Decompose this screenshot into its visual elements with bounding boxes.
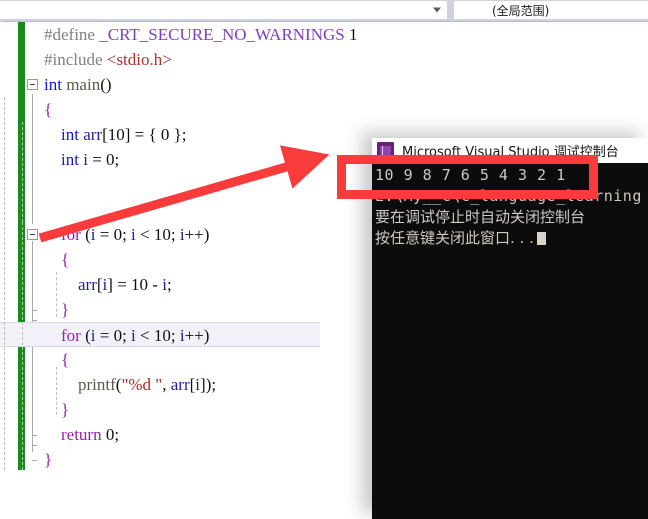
indent-guide	[22, 122, 24, 222]
debug-console-window[interactable]: Microsoft Visual Studio 调试控制台 10 9 8 7 6…	[372, 138, 648, 519]
code-token: arr	[83, 125, 103, 144]
code-token: ++)	[184, 225, 210, 244]
code-token: arr	[78, 275, 97, 294]
outline-connector-foot	[32, 435, 37, 436]
code-token: ] = 10 -	[107, 275, 163, 294]
code-token: main	[66, 75, 101, 94]
code-token: = 0;	[95, 225, 132, 244]
code-token: ,	[162, 375, 171, 394]
indent-guide	[22, 222, 24, 470]
code-token: {	[44, 100, 53, 119]
code-token: < 10;	[135, 326, 180, 345]
outline-connector-foot	[32, 320, 37, 321]
visual-studio-icon	[377, 142, 394, 159]
code-line[interactable]: #define _CRT_SECURE_NO_WARNINGS 1	[44, 22, 644, 47]
indent-guide	[56, 367, 58, 415]
code-token: = 0;	[87, 150, 120, 169]
console-line: 要在调试停止时自动关闭控制台	[375, 208, 586, 226]
code-token: 1	[344, 25, 358, 44]
global-scope-combo[interactable]: (全局范围)	[454, 1, 648, 19]
code-token: 0;	[101, 425, 120, 444]
console-output: 10 9 8 7 6 5 4 3 2 1 E:\My__C\c_language_…	[372, 163, 648, 519]
code-token: int	[44, 75, 62, 94]
console-titlebar[interactable]: Microsoft Visual Studio 调试控制台	[372, 138, 648, 163]
code-token: (	[80, 326, 91, 345]
outlining-gutter[interactable]	[26, 22, 42, 519]
collapse-minus-icon[interactable]	[27, 229, 38, 240]
code-token: }	[44, 450, 53, 469]
code-token: (	[80, 225, 91, 244]
code-token: "%d "	[121, 375, 163, 394]
code-token: ]);	[200, 375, 217, 394]
console-line: 按任意键关闭此窗口. . .	[375, 228, 648, 249]
code-token: printf	[78, 375, 116, 394]
code-token: int	[61, 150, 79, 169]
code-token: = 0;	[95, 326, 132, 345]
console-title: Microsoft Visual Studio 调试控制台	[402, 145, 619, 160]
code-token: #include	[44, 50, 107, 69]
outline-connector	[32, 94, 33, 224]
outline-connector	[32, 241, 33, 327]
console-cursor	[536, 232, 546, 245]
code-token: ()	[100, 75, 112, 94]
code-token: #define	[44, 25, 100, 44]
global-scope-combo-value: (全局范围)	[492, 3, 550, 18]
outline-connector-foot	[32, 310, 37, 311]
code-token: for	[61, 225, 81, 244]
code-token: }	[61, 300, 70, 319]
code-token: {	[61, 250, 70, 269]
code-token: ;	[166, 275, 172, 294]
code-token: < 10;	[135, 225, 180, 244]
chevron-down-icon[interactable]	[433, 7, 441, 13]
console-line: 10 9 8 7 6 5 4 3 2 1	[375, 166, 566, 184]
ide-toolbar: (全局范围)	[0, 0, 648, 22]
code-line[interactable]: int main()	[44, 72, 644, 97]
code-token: arr	[170, 375, 190, 394]
code-token: [10] = { 0 };	[102, 125, 187, 144]
outline-connector-foot	[32, 445, 37, 446]
console-line: E:\My__C\c_language_learning	[375, 187, 642, 205]
code-line[interactable]: #include <stdio.h>	[44, 47, 644, 72]
code-token: _CRT_SECURE_NO_WARNINGS	[99, 25, 345, 44]
code-line[interactable]: for (i = 0; i < 10; i++)	[0, 322, 320, 347]
code-token: for	[61, 326, 81, 345]
indent-guide	[56, 272, 58, 317]
code-token: int	[61, 125, 79, 144]
outline-connector-foot	[32, 460, 37, 461]
code-token: <stdio.h>	[106, 50, 172, 69]
code-token: ++)	[184, 326, 210, 345]
code-token: }	[61, 400, 70, 419]
member-scope-combo[interactable]	[0, 1, 447, 19]
code-line[interactable]: {	[44, 97, 644, 122]
collapse-minus-icon[interactable]	[27, 79, 38, 90]
code-token: {	[61, 350, 70, 369]
code-token: return	[61, 425, 102, 444]
indent-guide	[4, 97, 6, 470]
